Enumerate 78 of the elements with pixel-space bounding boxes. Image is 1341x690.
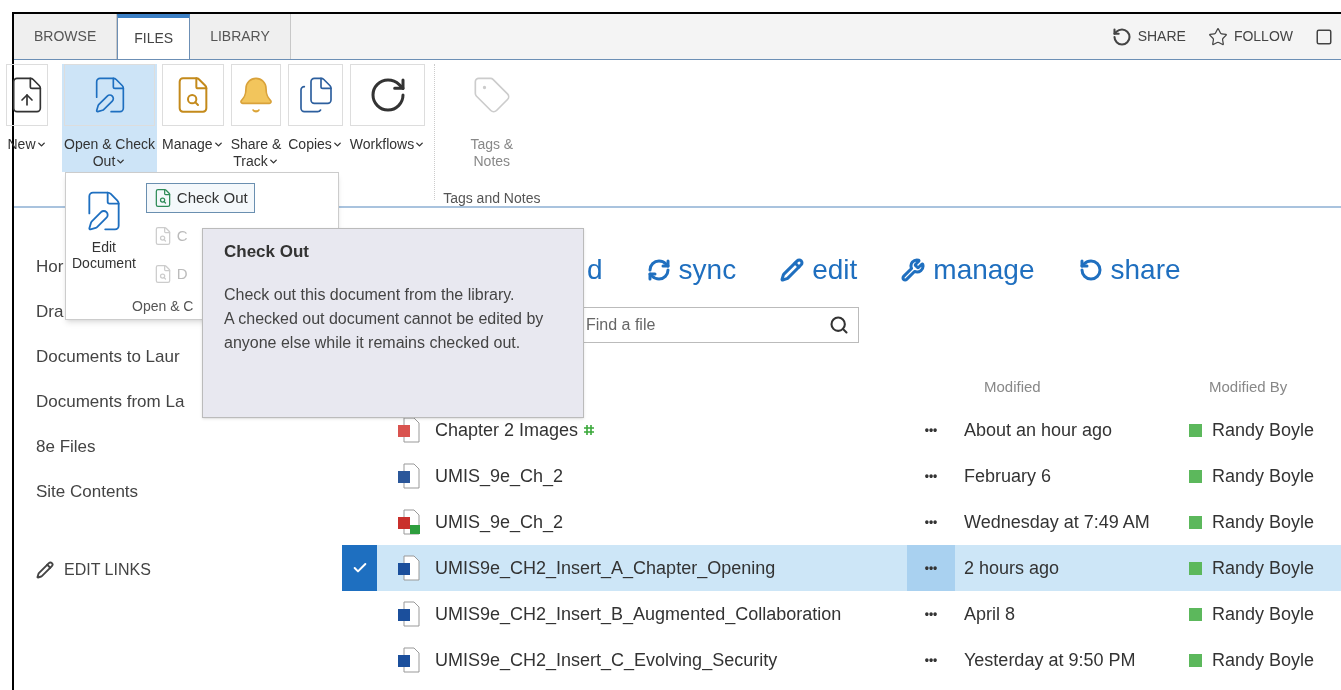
caret-icon	[212, 139, 224, 150]
file-icon	[397, 509, 421, 535]
sync-icon	[646, 258, 671, 282]
file-icon	[397, 647, 421, 673]
presence-icon	[1189, 561, 1202, 575]
more-options-button[interactable]: •••	[907, 637, 955, 683]
more-options-button[interactable]: •••	[907, 591, 955, 637]
pencil-icon	[36, 561, 54, 579]
more-options-button[interactable]: •••	[907, 499, 955, 545]
caret-icon	[331, 139, 343, 150]
more-options-button[interactable]: •••	[907, 545, 955, 591]
modified-cell-text: Yesterday at 9:50 PM	[964, 648, 1137, 672]
presence-icon	[1189, 653, 1202, 667]
presence-icon	[1189, 515, 1202, 529]
file-name-link[interactable]: UMIS9e_CH2_Insert_B_Augmented_Collaboration	[435, 600, 842, 628]
file-name-link[interactable]: UMIS9e_CH2_Insert_A_Chapter_Opening	[435, 554, 776, 582]
edit-links-button[interactable]: EDIT LINKS	[36, 558, 151, 582]
modified-cell-text: 2 hours ago	[964, 556, 1061, 580]
file-name-link[interactable]: UMIS_9e_Ch_2	[435, 508, 564, 536]
file-name-link[interactable]: UMIS_9e_Ch_2	[435, 462, 564, 490]
presence-icon	[1189, 423, 1202, 437]
file-row[interactable]: UMIS9e_CH2_Insert_A_Chapter_Opening ••• 2 hours ago Randy Boyle	[342, 545, 1341, 591]
user-link[interactable]: Randy Boyle	[1212, 600, 1315, 628]
wrench-icon	[901, 258, 926, 282]
presence-icon	[1189, 607, 1202, 621]
ribbon-tab[interactable]: BROWSE	[14, 14, 118, 59]
menu-group-label: Open & C	[132, 297, 194, 316]
nav-link[interactable]: Dra	[36, 298, 64, 325]
caret-icon	[267, 156, 279, 167]
more-options-button[interactable]: •••	[907, 453, 955, 499]
user-link[interactable]: Randy Boyle	[1212, 554, 1315, 582]
file-icon	[397, 463, 421, 489]
caret-icon	[414, 139, 426, 150]
tooltip-text: A checked out document cannot be edited by anyone else while it remains checked out.	[224, 308, 545, 353]
share-icon	[1078, 258, 1103, 282]
user-link[interactable]: Randy Boyle	[1212, 646, 1315, 674]
file-icon	[397, 601, 421, 627]
nav-link[interactable]: Site Contents	[36, 478, 139, 505]
column-header[interactable]: Modified By	[1209, 375, 1288, 399]
nav-link[interactable]: Documents from La	[36, 388, 185, 415]
star-icon	[1207, 26, 1228, 47]
file-name-link[interactable]: Chapter 2 Images	[435, 416, 579, 444]
caret-icon	[35, 139, 47, 150]
share-icon	[1111, 26, 1132, 47]
ribbon-group-label: Tags and Notes	[443, 189, 541, 208]
menu-item[interactable]: Check Out	[145, 183, 255, 213]
search-icon	[829, 315, 849, 335]
top-action-link[interactable]: FOLLOW	[1207, 26, 1293, 47]
command-button[interactable]: d	[587, 249, 603, 291]
command-button[interactable]: share	[1078, 249, 1181, 291]
row-checkbox[interactable]	[342, 545, 377, 591]
modified-cell-text: February 6	[964, 464, 1053, 488]
new-item-icon	[584, 425, 595, 435]
command-button[interactable]: sync	[646, 249, 737, 291]
top-action-link[interactable]: SHARE	[1111, 26, 1186, 47]
modified-cell-text: Wednesday at 7:49 AM	[964, 510, 1151, 534]
modified-cell-text: April 8	[964, 602, 1017, 626]
nav-link[interactable]: Documents to Laur	[36, 343, 180, 370]
command-button[interactable]: edit	[780, 249, 858, 291]
command-button[interactable]: manage	[901, 249, 1035, 291]
column-header[interactable]: Modified	[984, 375, 1209, 399]
presence-icon	[1189, 469, 1202, 483]
caret-icon	[115, 156, 127, 167]
ribbon-tab[interactable]: FILES	[117, 14, 191, 59]
file-name-link[interactable]: UMIS9e_CH2_Insert_C_Evolving_Security	[435, 646, 778, 674]
user-link[interactable]: Randy Boyle	[1212, 416, 1315, 444]
nav-link[interactable]: 8e Files	[36, 433, 96, 460]
pencil-icon	[780, 258, 805, 282]
nav-link[interactable]: Hor	[36, 253, 64, 280]
edit-document-button[interactable]: Edit Document	[72, 183, 136, 289]
user-link[interactable]: Randy Boyle	[1212, 508, 1315, 536]
user-link[interactable]: Randy Boyle	[1212, 462, 1315, 490]
file-icon	[397, 555, 421, 581]
file-icon	[397, 417, 421, 443]
more-options-button[interactable]: •••	[907, 407, 955, 453]
ribbon-button[interactable]: Open & Check Out	[62, 64, 158, 172]
modified-cell-text: About an hour ago	[964, 418, 1114, 442]
ribbon-tab[interactable]: LIBRARY	[190, 14, 291, 59]
